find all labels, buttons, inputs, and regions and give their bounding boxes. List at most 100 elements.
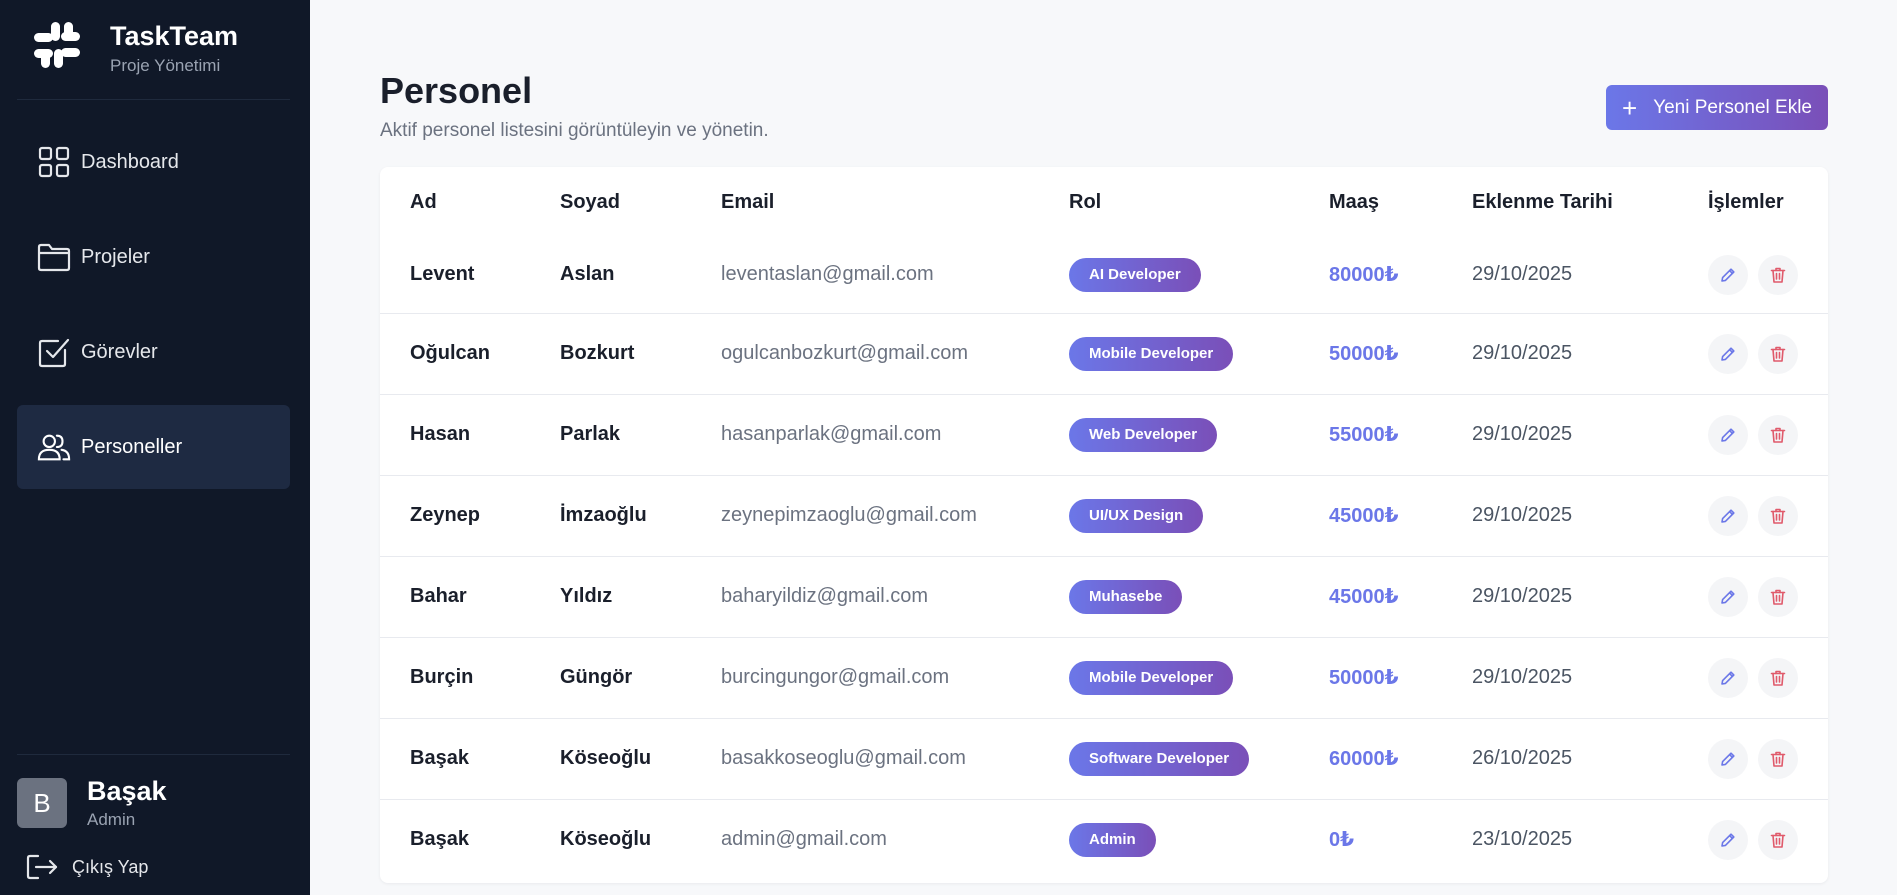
column-header-ad: Ad: [410, 190, 437, 213]
sidebar-item-gorevler[interactable]: Görevler: [17, 310, 290, 394]
cell-soyad: İmzaoğlu: [530, 474, 691, 556]
sidebar-item-projeler[interactable]: Projeler: [17, 215, 290, 299]
cell-email: burcingungor@gmail.com: [691, 636, 1039, 718]
cell-tarih: 29/10/2025: [1442, 636, 1678, 718]
column-header-maas: Maaş: [1329, 190, 1380, 213]
pencil-icon: [1719, 266, 1737, 284]
sidebar-item-dashboard[interactable]: Dashboard: [17, 120, 290, 204]
delete-button[interactable]: [1758, 414, 1798, 455]
cell-actions: [1678, 555, 1828, 637]
cell-ad: Oğulcan: [380, 312, 530, 394]
trash-icon: [1769, 831, 1787, 849]
cell-actions: [1678, 237, 1828, 313]
column-header-tarih: Eklenme Tarihi: [1472, 190, 1613, 213]
pencil-icon: [1719, 507, 1737, 525]
cell-ad: Hasan: [380, 393, 530, 475]
delete-button[interactable]: [1758, 495, 1798, 536]
dashboard-grid-icon: [37, 145, 71, 179]
edit-button[interactable]: [1708, 414, 1748, 455]
edit-button[interactable]: [1708, 333, 1748, 374]
divider: [17, 754, 290, 755]
personnel-table-card: Ad Soyad Email Rol Maaş Eklenme Tarihi İ…: [380, 167, 1828, 883]
edit-button[interactable]: [1708, 738, 1748, 779]
edit-button[interactable]: [1708, 657, 1748, 698]
sidebar-item-label: Görevler: [81, 340, 158, 363]
table-row: Zeynep İmzaoğlu zeynepimzaoglu@gmail.com UI…: [380, 474, 1828, 556]
add-personnel-button[interactable]: + Yeni Personel Ekle: [1606, 85, 1828, 130]
delete-button[interactable]: [1758, 576, 1798, 617]
delete-button[interactable]: [1758, 819, 1798, 860]
cell-maas: 45000₺: [1299, 474, 1442, 556]
role-badge: UI/UX Design: [1069, 498, 1204, 533]
role-badge: Muhasebe: [1069, 579, 1183, 614]
cell-ad: Bahar: [380, 555, 530, 637]
page-subtitle: Aktif personel listesini görüntüleyin ve…: [380, 120, 769, 141]
cell-maas: 50000₺: [1299, 636, 1442, 718]
trash-icon: [1769, 266, 1787, 284]
cell-maas: 80000₺: [1329, 264, 1399, 287]
user-role: Admin: [87, 810, 136, 829]
folder-icon: [37, 240, 71, 274]
table-row: Hasan Parlak hasanparlak@gmail.com Web Deve…: [380, 393, 1828, 475]
personnel-table: Ad Soyad Email Rol Maaş Eklenme Tarihi İ…: [380, 167, 1828, 880]
trash-icon: [1769, 426, 1787, 444]
cell-soyad: Köseoğlu: [530, 717, 691, 799]
edit-button[interactable]: [1708, 495, 1748, 536]
plus-icon: +: [1622, 92, 1638, 123]
table-row: Burçin Güngör burcingungor@gmail.com Mobile…: [380, 636, 1828, 718]
trash-icon: [1769, 669, 1787, 687]
role-badge: Admin: [1069, 822, 1156, 857]
delete-button[interactable]: [1758, 254, 1798, 295]
cell-actions: [1678, 636, 1828, 718]
cell-email: zeynepimzaoglu@gmail.com: [691, 474, 1039, 556]
edit-button[interactable]: [1708, 254, 1748, 295]
users-icon: [37, 430, 71, 464]
cell-rol: Muhasebe: [1039, 555, 1299, 637]
cell-rol: UI/UX Design: [1039, 474, 1299, 556]
cell-ad: Başak: [380, 798, 530, 880]
edit-button[interactable]: [1708, 819, 1748, 860]
pencil-icon: [1719, 831, 1737, 849]
logout-button[interactable]: Çıkış Yap: [26, 854, 148, 880]
sidebar-item-personeller[interactable]: Personeller: [17, 405, 290, 489]
cell-ad: Burçin: [380, 636, 530, 718]
table-row: Başak Köseoğlu admin@gmail.com Admin 0₺ 23/10…: [380, 798, 1828, 880]
delete-button[interactable]: [1758, 738, 1798, 779]
role-badge: AI Developer: [1069, 257, 1201, 292]
sidebar-item-label: Personeller: [81, 435, 183, 458]
sidebar: TaskTeam Proje Yönetimi Dashboard Projel…: [0, 0, 310, 895]
brand: TaskTeam Proje Yönetimi: [34, 20, 238, 76]
delete-button[interactable]: [1758, 333, 1798, 374]
sidebar-item-label: Dashboard: [81, 150, 179, 173]
sidebar-nav: Dashboard Projeler Görevler Personeller: [17, 120, 290, 500]
role-badge: Mobile Developer: [1069, 336, 1234, 371]
trash-icon: [1769, 588, 1787, 606]
cell-actions: [1678, 474, 1828, 556]
pencil-icon: [1719, 669, 1737, 687]
pencil-icon: [1719, 426, 1737, 444]
cell-email: basakkoseoglu@gmail.com: [691, 717, 1039, 799]
cell-tarih: 29/10/2025: [1442, 555, 1678, 637]
cell-tarih: 29/10/2025: [1442, 393, 1678, 475]
cell-soyad: Aslan: [560, 263, 615, 286]
page-title: Personel: [380, 70, 533, 111]
cell-rol: Mobile Developer: [1039, 636, 1299, 718]
column-header-rol: Rol: [1069, 190, 1102, 213]
role-badge: Software Developer: [1069, 741, 1250, 776]
cell-ad: Zeynep: [380, 474, 530, 556]
column-header-islemler: İşlemler: [1708, 190, 1784, 213]
delete-button[interactable]: [1758, 657, 1798, 698]
cell-rol: Web Developer: [1039, 393, 1299, 475]
edit-button[interactable]: [1708, 576, 1748, 617]
cell-soyad: Parlak: [530, 393, 691, 475]
trash-icon: [1769, 750, 1787, 768]
column-header-email: Email: [721, 190, 775, 213]
user-name: Başak: [87, 776, 167, 806]
pencil-icon: [1719, 588, 1737, 606]
cell-actions: [1678, 798, 1828, 880]
cell-ad: Başak: [380, 717, 530, 799]
cell-maas: 60000₺: [1299, 717, 1442, 799]
cell-actions: [1678, 312, 1828, 394]
logout-icon: [26, 854, 58, 880]
cell-tarih: 29/10/2025: [1442, 312, 1678, 394]
